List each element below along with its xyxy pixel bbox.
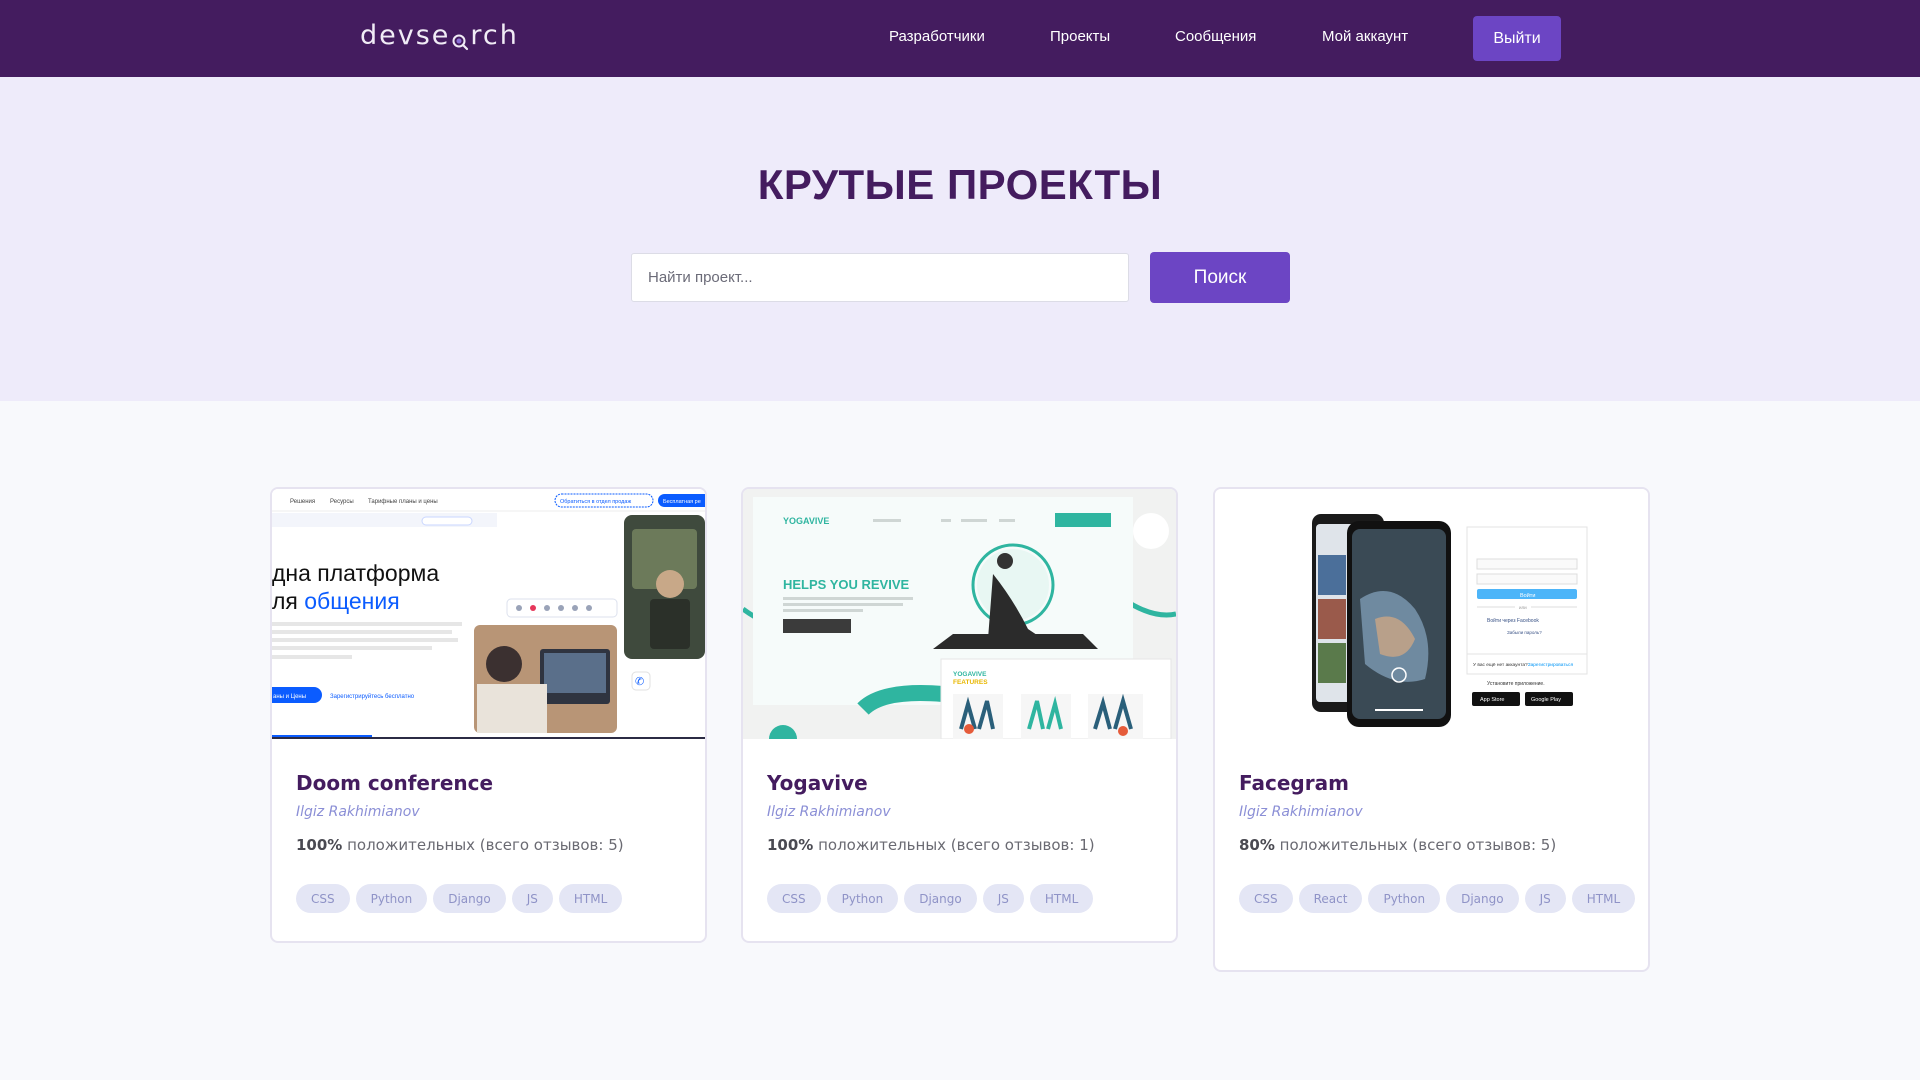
rating-percent: 100% bbox=[296, 836, 343, 854]
svg-text:✆: ✆ bbox=[635, 676, 644, 688]
tag-python: Python bbox=[355, 884, 428, 913]
tag-list: CSS Python Django JS HTML bbox=[767, 884, 1167, 913]
thumb-headline-2-accent: общения bbox=[304, 588, 399, 614]
tag-js: JS bbox=[982, 884, 1024, 913]
page-title: КРУТЫЕ ПРОЕКТЫ bbox=[0, 161, 1920, 209]
project-rating: 80% положительных (всего отзывов: 5) bbox=[1239, 836, 1556, 854]
svg-text:У вас ещё нет аккаунта?Зарегис: У вас ещё нет аккаунта?Зарегистрироватьс… bbox=[1473, 662, 1573, 668]
nav-my-account[interactable]: Мой аккаунт bbox=[1322, 28, 1408, 45]
nav-messages[interactable]: Сообщения bbox=[1175, 28, 1256, 45]
main-nav: Разработчики Проекты Сообщения Мой аккау… bbox=[0, 0, 1920, 77]
rating-text: положительных (всего отзывов: 1) bbox=[813, 836, 1095, 854]
rating-text: положительных (всего отзывов: 5) bbox=[1274, 836, 1557, 854]
search-button[interactable]: Поиск bbox=[1150, 252, 1290, 303]
project-thumbnail[interactable]: Войти или Войти через Facebook Забыли па… bbox=[1215, 489, 1648, 739]
tag-list: CSS Python Django JS HTML bbox=[296, 884, 696, 913]
svg-text:ля общения: ля общения bbox=[272, 588, 400, 614]
tag-css: CSS bbox=[1239, 884, 1293, 913]
tag-css: CSS bbox=[767, 884, 821, 913]
fg-google-play: Google Play bbox=[1531, 697, 1561, 703]
project-rating: 100% положительных (всего отзывов: 5) bbox=[296, 836, 624, 854]
thumb-nav-2: Ресурсы bbox=[330, 499, 354, 505]
yoga-features-2: FEATURES bbox=[953, 679, 988, 686]
tag-react: React bbox=[1298, 884, 1363, 913]
fg-login-button: Войти bbox=[1520, 592, 1535, 599]
tag-html: HTML bbox=[1571, 884, 1636, 913]
nav-projects[interactable]: Проекты bbox=[1050, 28, 1110, 45]
thumb-btn-link: Зарегистрируйтесь бесплатно bbox=[330, 693, 415, 700]
fg-forgot: Забыли пароль? bbox=[1507, 630, 1542, 635]
project-title[interactable]: Doom conference bbox=[296, 771, 493, 795]
thumb-btn-primary: аны и Цены bbox=[273, 694, 306, 700]
tag-html: HTML bbox=[1029, 884, 1094, 913]
fg-no-account: У вас ещё нет аккаунта? bbox=[1473, 662, 1528, 668]
tag-django: Django bbox=[1446, 884, 1519, 913]
tag-django: Django bbox=[433, 884, 506, 913]
tag-js: JS bbox=[511, 884, 553, 913]
tag-python: Python bbox=[826, 884, 899, 913]
tag-html: HTML bbox=[558, 884, 623, 913]
project-author[interactable]: Ilgiz Rakhimianov bbox=[1239, 804, 1363, 820]
thumb-headline-2-prefix: ля bbox=[272, 588, 304, 614]
thumb-headline-1: дна платформа bbox=[272, 560, 439, 586]
logout-button[interactable]: Выйти bbox=[1473, 16, 1561, 61]
thumb-nav-3: Тарифные планы и цены bbox=[368, 499, 438, 505]
project-card[interactable]: Решения Ресурсы Тарифные планы и цены Об… bbox=[270, 487, 707, 943]
project-thumbnail[interactable]: YOGAVIVE HELPS YOU REVIVE YOGAVIVE FEATU… bbox=[743, 489, 1176, 739]
thumb-nav-1: Решения bbox=[290, 499, 315, 505]
yoga-features-1: YOGAVIVE bbox=[953, 671, 987, 678]
yoga-brand: YOGAVIVE bbox=[783, 516, 829, 526]
project-title[interactable]: Facegram bbox=[1239, 771, 1349, 795]
fg-register: Зарегистрироваться bbox=[1528, 662, 1574, 668]
tag-django: Django bbox=[904, 884, 977, 913]
rating-text: положительных (всего отзывов: 5) bbox=[342, 836, 624, 854]
fg-app-store: App Store bbox=[1480, 697, 1504, 703]
project-title[interactable]: Yogavive bbox=[767, 771, 868, 795]
project-search-input[interactable] bbox=[631, 253, 1129, 302]
tag-list: CSS React Python Django JS HTML bbox=[1239, 884, 1639, 913]
tag-python: Python bbox=[1368, 884, 1441, 913]
fg-install: Установите приложение. bbox=[1487, 681, 1545, 687]
page-title-bold: ПРОЕКТЫ bbox=[946, 161, 1163, 208]
fg-or: или bbox=[1519, 605, 1527, 610]
project-card[interactable]: Войти или Войти через Facebook Забыли па… bbox=[1213, 487, 1650, 972]
svg-text:дна платформа: дна платформа bbox=[272, 560, 439, 586]
top-navbar: devse rch Разработчики Проекты Сообщения … bbox=[0, 0, 1920, 77]
tag-js: JS bbox=[1524, 884, 1566, 913]
nav-developers[interactable]: Разработчики bbox=[889, 28, 985, 45]
rating-percent: 100% bbox=[767, 836, 814, 854]
project-author[interactable]: Ilgiz Rakhimianov bbox=[296, 804, 420, 820]
yoga-headline: HELPS YOU REVIVE bbox=[783, 577, 910, 592]
project-rating: 100% положительных (всего отзывов: 1) bbox=[767, 836, 1095, 854]
fg-facebook: Войти через Facebook bbox=[1487, 617, 1539, 624]
page-title-light: КРУТЫЕ bbox=[757, 161, 947, 208]
hero-section bbox=[0, 77, 1920, 401]
thumb-cta-free: Бесплатная ре bbox=[663, 499, 701, 505]
project-thumbnail[interactable]: Решения Ресурсы Тарифные планы и цены Об… bbox=[272, 489, 705, 739]
project-card[interactable]: YOGAVIVE HELPS YOU REVIVE YOGAVIVE FEATU… bbox=[741, 487, 1178, 943]
thumb-cta-sales: Обратиться в отдел продаж bbox=[560, 499, 631, 505]
tag-css: CSS bbox=[296, 884, 350, 913]
project-author[interactable]: Ilgiz Rakhimianov bbox=[767, 804, 891, 820]
rating-percent: 80% bbox=[1239, 836, 1275, 854]
